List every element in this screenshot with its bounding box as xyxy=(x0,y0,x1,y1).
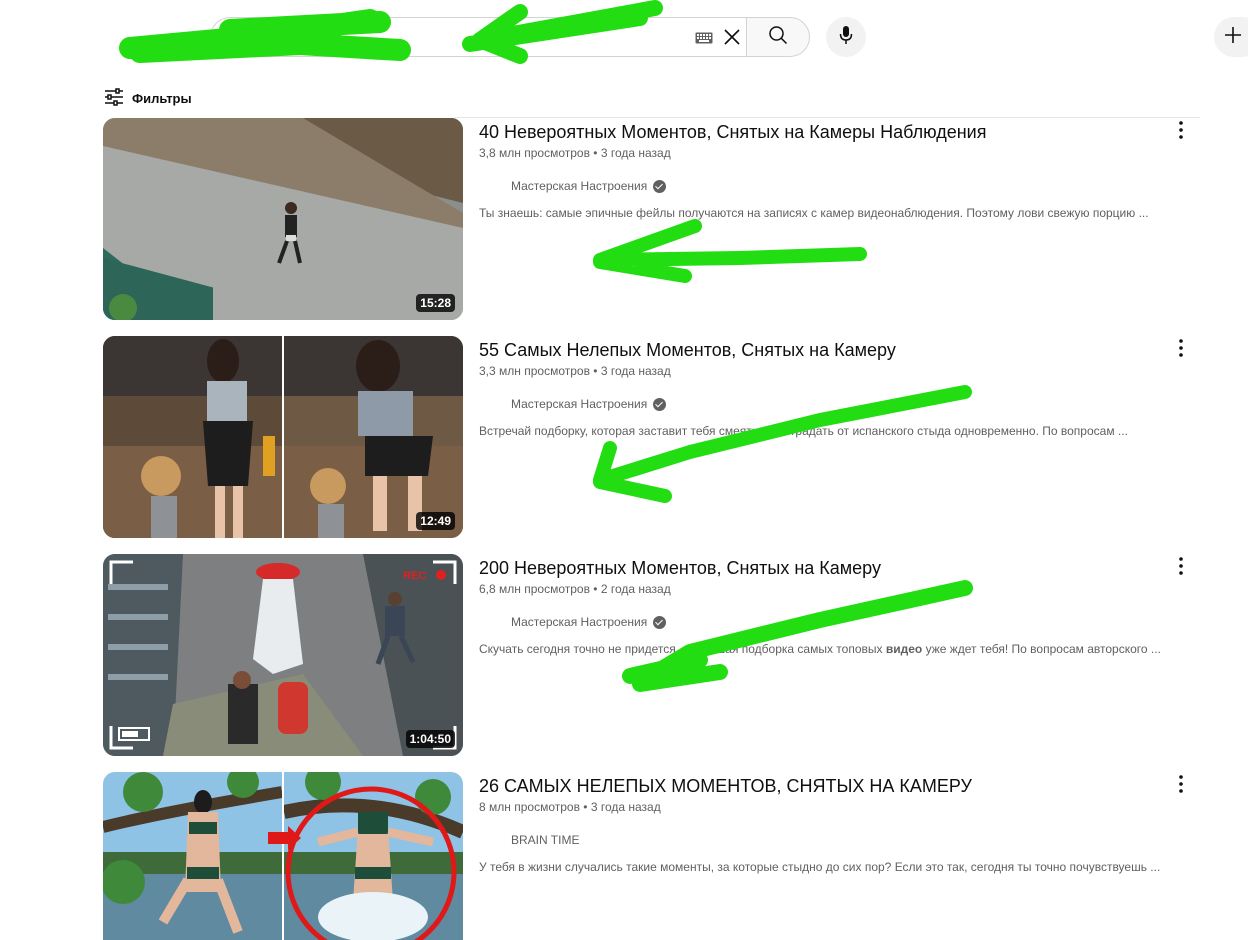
video-result[interactable]: 26 САМЫХ НЕЛЕПЫХ МОМЕНТОВ, СНЯТЫХ НА КАМ… xyxy=(103,772,1203,940)
video-result[interactable]: 15:28 40 Невероятных Моментов, Снятых на… xyxy=(103,118,1203,320)
plus-icon xyxy=(1224,26,1242,49)
video-meta: 3,8 млн просмотров • 3 года назад xyxy=(479,146,671,160)
video-description: Ты знаешь: самые эпичные фейлы получаютс… xyxy=(479,206,1149,220)
channel-link[interactable]: Мастерская Настроения xyxy=(479,610,667,634)
verified-icon xyxy=(653,397,667,411)
more-vert-icon[interactable] xyxy=(1169,118,1193,142)
video-meta: 8 млн просмотров • 3 года назад xyxy=(479,800,661,814)
channel-link[interactable]: Мастерская Настроения xyxy=(479,174,667,198)
keyboard-icon[interactable] xyxy=(695,31,713,49)
channel-name: Мастерская Настроения xyxy=(511,615,648,629)
channel-link[interactable]: Мастерская Настроения xyxy=(479,392,667,416)
filters-label: Фильтры xyxy=(132,90,192,106)
rec-label: REC xyxy=(403,570,426,582)
more-vert-icon[interactable] xyxy=(1169,554,1193,578)
channel-name: Мастерская Настроения xyxy=(511,397,648,411)
mic-icon xyxy=(839,25,853,50)
sliders-icon xyxy=(104,87,124,109)
search-input[interactable]: случайное видео xyxy=(210,17,746,57)
video-thumbnail[interactable]: REC 1:04:50 xyxy=(103,554,463,756)
channel-link[interactable]: BRAIN TIME xyxy=(479,828,579,852)
video-title[interactable]: 55 Самых Нелепых Моментов, Снятых на Кам… xyxy=(479,338,896,362)
view-count: 8 млн просмотров xyxy=(479,800,580,814)
description-highlight: видео xyxy=(885,642,923,656)
upload-age: 3 года назад xyxy=(600,146,671,160)
view-count: 3,3 млн просмотров xyxy=(479,364,590,378)
video-title[interactable]: 200 Невероятных Моментов, Снятых на Каме… xyxy=(479,556,881,580)
search-button[interactable] xyxy=(746,17,810,57)
more-vert-icon[interactable] xyxy=(1169,772,1193,796)
view-count: 6,8 млн просмотров xyxy=(479,582,590,596)
verified-icon xyxy=(653,179,667,193)
video-description: У тебя в жизни случались такие моменты, … xyxy=(479,860,1161,874)
filters-button[interactable]: Фильтры xyxy=(104,86,192,110)
video-title[interactable]: 26 САМЫХ НЕЛЕПЫХ МОМЕНТОВ, СНЯТЫХ НА КАМ… xyxy=(479,774,972,798)
video-duration: 1:04:50 xyxy=(405,730,455,748)
channel-name: Мастерская Настроения xyxy=(511,179,648,193)
video-thumbnail[interactable]: 12:49 xyxy=(103,336,463,538)
video-result[interactable]: REC 1:04:50 200 Невероятных Моментов, Сн… xyxy=(103,554,1203,756)
video-duration: 12:49 xyxy=(416,512,455,530)
channel-name: BRAIN TIME xyxy=(511,833,580,847)
upload-age: 3 года назад xyxy=(590,800,661,814)
video-title[interactable]: 40 Невероятных Моментов, Снятых на Камер… xyxy=(479,120,986,144)
video-description: Встречай подборку, которая заставит тебя… xyxy=(479,424,1128,438)
video-duration: 15:28 xyxy=(416,294,455,312)
close-icon[interactable] xyxy=(723,28,741,51)
video-meta: 6,8 млн просмотров • 2 года назад xyxy=(479,582,671,596)
voice-search-button[interactable] xyxy=(826,17,866,57)
video-result[interactable]: 12:49 55 Самых Нелепых Моментов, Снятых … xyxy=(103,336,1203,538)
video-thumbnail[interactable]: 15:28 xyxy=(103,118,463,320)
upload-age: 2 года назад xyxy=(600,582,671,596)
video-meta: 3,3 млн просмотров • 3 года назад xyxy=(479,364,671,378)
description-text: Скучать сегодня точно не придется – боль… xyxy=(479,642,886,656)
more-vert-icon[interactable] xyxy=(1169,336,1193,360)
description-text: уже ждет тебя! По вопросам авторского ..… xyxy=(922,642,1161,656)
search-icon xyxy=(768,25,788,50)
upload-age: 3 года назад xyxy=(600,364,671,378)
video-description: Скучать сегодня точно не придется – боль… xyxy=(479,642,1161,656)
verified-icon xyxy=(653,615,667,629)
search-query-text: случайное видео xyxy=(229,29,341,45)
view-count: 3,8 млн просмотров xyxy=(479,146,590,160)
create-button[interactable] xyxy=(1214,17,1248,57)
video-thumbnail[interactable] xyxy=(103,772,463,940)
